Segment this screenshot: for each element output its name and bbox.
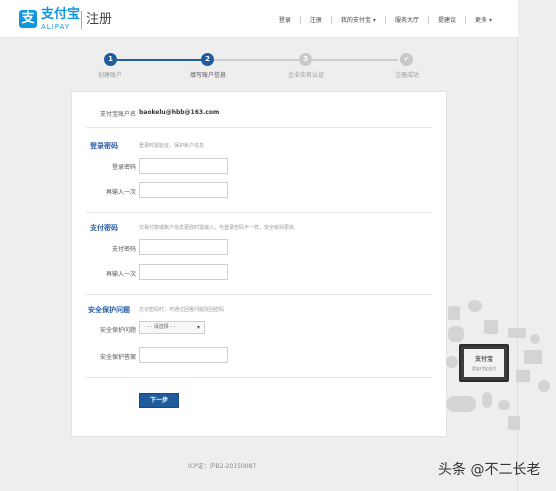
- nav-divider: [384, 15, 386, 24]
- taobao-icon: [484, 320, 498, 334]
- security-answer-input[interactable]: [139, 347, 228, 363]
- step-3-label: 企业实名认证: [287, 72, 324, 79]
- nav-divider: [330, 15, 332, 24]
- divider: [86, 377, 432, 378]
- account-name-value: baokelu@hbb@163.com: [139, 109, 220, 116]
- icp-license: ICP证：沪B2-20150087: [188, 463, 257, 470]
- nav-login-link[interactable]: 登录: [279, 15, 291, 24]
- pay-password-label: 支付密码: [111, 246, 136, 253]
- nav-register-link[interactable]: 注册: [310, 15, 322, 24]
- step-connector-pending: [311, 59, 398, 61]
- login-password-input[interactable]: [139, 158, 228, 174]
- nav-register-label: 注册: [309, 17, 322, 24]
- pay-password-section-title: 支付密码: [90, 224, 118, 232]
- gift-icon: [516, 370, 530, 382]
- login-password-label: 登录密码: [111, 164, 136, 171]
- nav-login-label: 登录: [278, 17, 291, 24]
- nav-divider: [427, 15, 429, 24]
- logo-divider: [81, 11, 82, 29]
- divider: [86, 127, 432, 128]
- nav-more-label: 更多: [474, 17, 487, 24]
- step-1-marker: 1: [104, 53, 117, 66]
- step-4-label: 注册成功: [394, 72, 419, 79]
- monitor-screen: 支付宝 用支付宝支付: [464, 349, 504, 377]
- monitor-title: 支付宝: [474, 356, 493, 363]
- nav-divider: [464, 15, 466, 24]
- divider: [86, 294, 432, 295]
- nav-divider: [299, 15, 301, 24]
- step-1-label: 创建账户: [97, 72, 122, 79]
- pay-password-confirm-input[interactable]: [139, 264, 228, 280]
- login-password-confirm-input[interactable]: [139, 182, 228, 198]
- progress-steps: 1 2 3 ✔ 创建账户 填写账户信息 企业实名认证 注册成功: [0, 52, 518, 82]
- security-answer-label: 安全保护答案: [99, 354, 136, 361]
- watermark: 头条 @不二长老: [438, 462, 541, 478]
- heart-icon: [498, 400, 510, 410]
- step-2-marker: 2: [201, 53, 214, 66]
- divider: [86, 212, 432, 213]
- security-question-select[interactable]: - - 请选择 - - ▾: [139, 321, 205, 334]
- security-question-section-title: 安全保护问题: [88, 306, 130, 314]
- header: 支 支付宝 ALIPAY 注册 登录 注册 我的支付宝 ▾ 服务大厅 提建议 更多…: [0, 0, 518, 38]
- login-password-section-desc: 登录时需验证，保护账户信息: [139, 143, 205, 149]
- shopping-bag-icon: [448, 306, 460, 320]
- page-title: 注册: [86, 12, 113, 27]
- nav-feedback-link[interactable]: 提建议: [438, 15, 456, 24]
- registration-form: 支付宝账户名 baokelu@hbb@163.com 登录密码 登录时需验证，保…: [71, 91, 447, 437]
- login-password-confirm-label: 再输入一次: [105, 189, 136, 196]
- next-step-button[interactable]: 下一步: [139, 393, 179, 408]
- pig-icon: [468, 300, 482, 312]
- step-connector-pending: [214, 59, 300, 61]
- step-3-marker: 3: [299, 53, 312, 66]
- logo-subtext: ALIPAY: [41, 23, 71, 31]
- logo-text: 支付宝: [41, 7, 81, 22]
- pay-password-section-desc: 交易付款或账户信息更改时需输入，与登录密码不一样，安全级别更高: [139, 225, 295, 231]
- login-password-section-title: 登录密码: [90, 142, 118, 150]
- chevron-down-icon: ▾: [196, 324, 200, 331]
- pay-password-input[interactable]: [139, 239, 228, 255]
- nav-service-hall-label: 服务大厅: [394, 17, 419, 24]
- nav-service-hall-link[interactable]: 服务大厅: [395, 15, 419, 24]
- security-question-label: 安全保护问题: [99, 327, 136, 334]
- monitor-subtitle: 用支付宝支付: [472, 366, 496, 371]
- coin-icon: [530, 334, 540, 344]
- step-4-check-icon: ✔: [400, 53, 413, 66]
- step-connector-done: [117, 59, 203, 61]
- nav-my-alipay-menu[interactable]: 我的支付宝 ▾: [341, 15, 376, 24]
- globe-icon: [446, 356, 458, 368]
- hand-icon: [448, 326, 464, 342]
- monitor-illustration: 支付宝 用支付宝支付: [459, 344, 509, 382]
- nav-feedback-label: 提建议: [437, 17, 456, 24]
- account-name-label: 支付宝账户名: [99, 111, 136, 118]
- chart-icon: [524, 350, 542, 364]
- bulb-icon: [482, 392, 492, 408]
- step-2-label: 填写账户信息: [189, 72, 226, 79]
- alipay-logo-icon[interactable]: 支: [19, 10, 37, 28]
- chevron-down-icon: ▾: [488, 17, 492, 24]
- page-frame: 支 支付宝 ALIPAY 注册 登录 注册 我的支付宝 ▾ 服务大厅 提建议 更多…: [0, 0, 518, 491]
- top-nav: 登录 注册 我的支付宝 ▾ 服务大厅 提建议 更多 ▾: [279, 15, 492, 24]
- card-icon: [508, 328, 526, 338]
- security-question-section-desc: 忘记密码时，可通过回答问题找回密码: [139, 307, 225, 313]
- chevron-down-icon: ▾: [372, 17, 376, 24]
- pay-password-confirm-label: 再输入一次: [105, 271, 136, 278]
- clock-icon: [538, 380, 550, 392]
- cloud-icon: [446, 396, 476, 412]
- nav-more-menu[interactable]: 更多 ▾: [475, 15, 492, 24]
- security-question-value: - - 请选择 - -: [147, 324, 176, 330]
- bag-icon: [508, 416, 520, 430]
- nav-my-alipay-label: 我的支付宝: [340, 17, 371, 24]
